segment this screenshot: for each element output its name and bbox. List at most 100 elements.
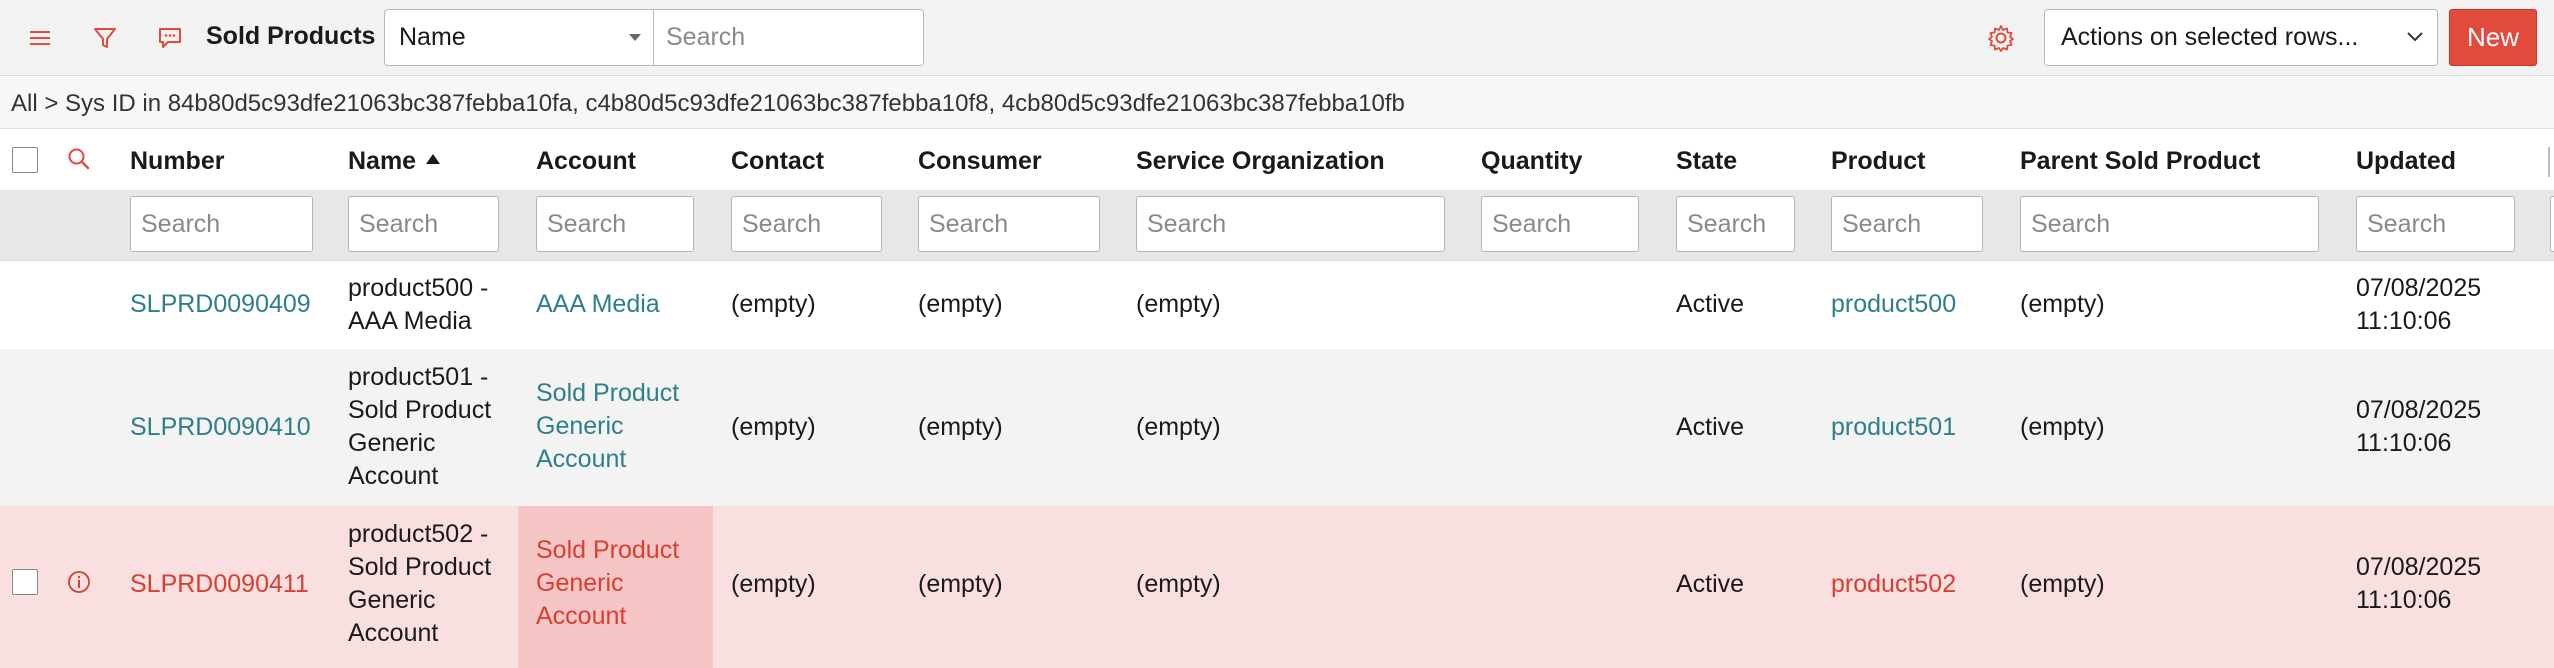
account-link[interactable]: Sold Product Generic Account bbox=[536, 377, 679, 476]
name-line: Sold Product bbox=[348, 553, 492, 581]
updated-date: 07/08/2025 bbox=[2356, 396, 2482, 424]
name-line: product500 - bbox=[348, 274, 489, 302]
name-line: Sold Product bbox=[348, 396, 492, 424]
parent-sold-product-cell: (empty) bbox=[2020, 413, 2105, 441]
service-organization-cell: (empty) bbox=[1136, 413, 1221, 441]
state-cell: Active bbox=[1676, 413, 1745, 441]
search-input[interactable] bbox=[654, 9, 924, 66]
updated-time: 11:10:06 bbox=[2356, 307, 2452, 335]
search-input-service-organization[interactable] bbox=[1136, 196, 1445, 252]
breadcrumb[interactable]: All > Sys ID in 84b80d5c93dfe21063bc387f… bbox=[0, 77, 2554, 129]
contact-cell: (empty) bbox=[731, 290, 816, 318]
chevron-down-icon bbox=[629, 34, 641, 41]
search-input-quantity[interactable] bbox=[1481, 196, 1639, 252]
search-field-select[interactable]: Name bbox=[384, 9, 654, 66]
product-link[interactable]: product502 bbox=[1831, 568, 1956, 601]
account-line: Generic bbox=[536, 569, 624, 597]
row-checkbox[interactable] bbox=[12, 569, 38, 595]
account-line: Account bbox=[536, 602, 627, 630]
account-line: Sold Product bbox=[536, 379, 680, 407]
column-header-service-organization[interactable]: Service Organization bbox=[1136, 147, 1385, 176]
column-header-consumer[interactable]: Consumer bbox=[918, 147, 1042, 176]
account-link[interactable]: AAA Media bbox=[536, 288, 660, 321]
gear-icon[interactable] bbox=[1983, 20, 2019, 56]
menu-icon[interactable] bbox=[22, 20, 58, 56]
chat-icon[interactable] bbox=[152, 20, 188, 56]
state-cell: Active bbox=[1676, 570, 1745, 598]
consumer-cell: (empty) bbox=[918, 290, 1003, 318]
account-line: Sold Product bbox=[536, 536, 680, 564]
column-search-row bbox=[0, 191, 2554, 261]
account-line: Account bbox=[536, 445, 627, 473]
search-input-product[interactable] bbox=[1831, 196, 1983, 252]
service-organization-cell: (empty) bbox=[1136, 570, 1221, 598]
info-icon[interactable] bbox=[67, 570, 91, 599]
parent-sold-product-cell: (empty) bbox=[2020, 570, 2105, 598]
filter-icon[interactable] bbox=[87, 20, 123, 56]
column-header-updated[interactable]: Updated bbox=[2356, 147, 2456, 176]
updated-cell: 07/08/2025 11:10:06 bbox=[2356, 272, 2481, 338]
updated-time: 11:10:06 bbox=[2356, 429, 2452, 457]
actions-select-label: Actions on selected rows... bbox=[2061, 23, 2359, 51]
search-input-parent-sold-product[interactable] bbox=[2020, 196, 2319, 252]
table-header: Number Name Account Contact Consumer Ser… bbox=[0, 130, 2554, 191]
account-link[interactable]: Sold Product Generic Account bbox=[536, 534, 679, 633]
name-line: Generic bbox=[348, 586, 436, 614]
record-number-link[interactable]: SLPRD0090411 bbox=[130, 568, 309, 601]
updated-cell: 07/08/2025 11:10:06 bbox=[2356, 551, 2481, 617]
column-header-product[interactable]: Product bbox=[1831, 147, 1925, 176]
record-number-link[interactable]: SLPRD0090409 bbox=[130, 288, 311, 321]
column-header-name[interactable]: Name bbox=[348, 147, 441, 176]
column-header-state[interactable]: State bbox=[1676, 147, 1737, 176]
contact-cell: (empty) bbox=[731, 413, 816, 441]
search-input-overflow[interactable] bbox=[2550, 196, 2554, 252]
table-row[interactable]: SLPRD0090410 product501 - Sold Product G… bbox=[0, 349, 2554, 506]
account-line: Generic bbox=[536, 412, 624, 440]
product-link[interactable]: product501 bbox=[1831, 411, 1956, 444]
service-organization-cell: (empty) bbox=[1136, 290, 1221, 318]
new-button[interactable]: New bbox=[2449, 9, 2537, 66]
sort-ascending-icon bbox=[426, 154, 441, 165]
list-header: Sold Products Name Actions on selected r… bbox=[0, 0, 2554, 76]
search-input-number[interactable] bbox=[130, 196, 313, 252]
column-header-quantity[interactable]: Quantity bbox=[1481, 147, 1582, 176]
chevron-down-icon bbox=[2407, 32, 2423, 42]
column-header-parent-sold-product[interactable]: Parent Sold Product bbox=[2020, 147, 2260, 176]
search-input-contact[interactable] bbox=[731, 196, 882, 252]
column-header-name-label: Name bbox=[348, 147, 417, 175]
product-link[interactable]: product500 bbox=[1831, 288, 1956, 321]
select-all-checkbox[interactable] bbox=[12, 147, 38, 173]
name-line: product501 - bbox=[348, 363, 489, 391]
search-input-account[interactable] bbox=[536, 196, 694, 252]
search-input-updated[interactable] bbox=[2356, 196, 2515, 252]
name-line: Account bbox=[348, 462, 439, 490]
state-cell: Active bbox=[1676, 290, 1745, 318]
updated-date: 07/08/2025 bbox=[2356, 274, 2482, 302]
search-icon[interactable] bbox=[66, 146, 92, 177]
name-line: product502 - bbox=[348, 520, 489, 548]
updated-date: 07/08/2025 bbox=[2356, 553, 2482, 581]
search-field-value: Name bbox=[399, 23, 466, 51]
table-row[interactable]: SLPRD0090411 product502 - Sold Product G… bbox=[0, 506, 2554, 668]
name-cell: product501 - Sold Product Generic Accoun… bbox=[348, 361, 491, 493]
search-input-state[interactable] bbox=[1676, 196, 1795, 252]
search-input-consumer[interactable] bbox=[918, 196, 1100, 252]
updated-cell: 07/08/2025 11:10:06 bbox=[2356, 394, 2481, 460]
name-cell: product500 - AAA Media bbox=[348, 272, 488, 338]
name-line: Account bbox=[348, 619, 439, 647]
consumer-cell: (empty) bbox=[918, 413, 1003, 441]
updated-time: 11:10:06 bbox=[2356, 586, 2452, 614]
table-row[interactable]: SLPRD0090409 product500 - AAA Media AAA … bbox=[0, 261, 2554, 349]
record-number-link[interactable]: SLPRD0090410 bbox=[130, 411, 311, 444]
column-header-number[interactable]: Number bbox=[130, 147, 224, 176]
name-line: AAA Media bbox=[348, 307, 472, 335]
contact-cell: (empty) bbox=[731, 570, 816, 598]
column-header-contact[interactable]: Contact bbox=[731, 147, 824, 176]
search-input-name[interactable] bbox=[348, 196, 499, 252]
page-title: Sold Products bbox=[206, 22, 376, 50]
actions-select[interactable]: Actions on selected rows... bbox=[2044, 9, 2438, 66]
name-cell: product502 - Sold Product Generic Accoun… bbox=[348, 518, 491, 650]
consumer-cell: (empty) bbox=[918, 570, 1003, 598]
name-line: Generic bbox=[348, 429, 436, 457]
column-header-account[interactable]: Account bbox=[536, 147, 636, 176]
